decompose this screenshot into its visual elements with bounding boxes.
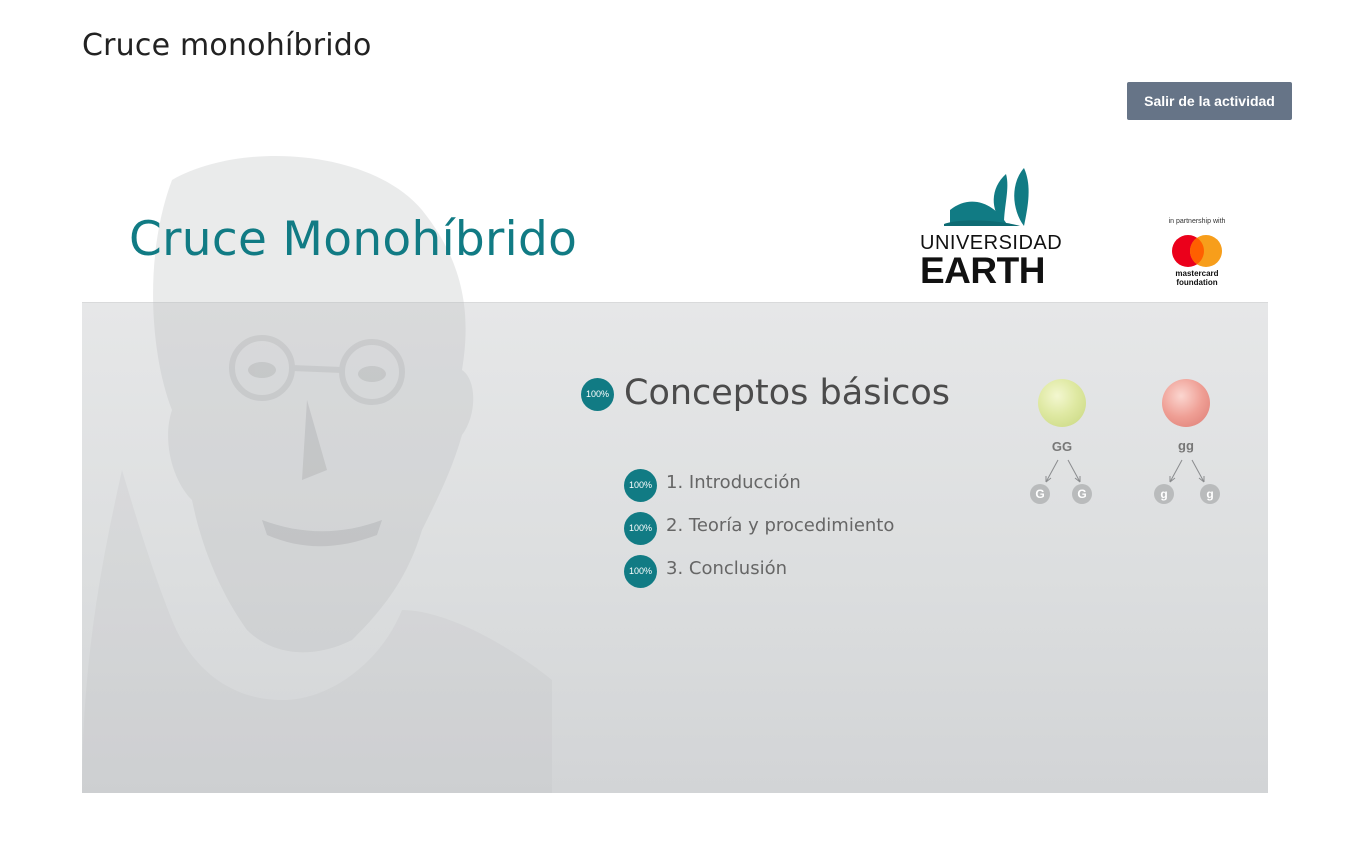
allele-circle: g [1200, 484, 1220, 504]
activity-frame: Cruce Monohíbrido UNIVERSIDAD EARTH in p… [82, 140, 1268, 793]
activity-title: Cruce Monohíbrido [129, 212, 578, 267]
partner-name-line2: foundation [1176, 278, 1218, 287]
item-progress-badge: 100% [624, 512, 657, 545]
menu-item-introduccion[interactable]: 1. Introducción [666, 472, 801, 493]
partner-name-line1: mastercard [1175, 269, 1219, 278]
universidad-earth-logo: UNIVERSIDAD EARTH [920, 166, 1062, 291]
menu-item-conclusion[interactable]: 3. Conclusión [666, 558, 787, 579]
allele-circle: G [1030, 484, 1050, 504]
item-progress-badge: 100% [624, 555, 657, 588]
mastercard-foundation-logo: in partnership with mastercard foundatio… [1160, 218, 1234, 292]
page-title: Cruce monohíbrido [82, 28, 372, 63]
genotype-diagram: GG gg G G g g [1022, 372, 1232, 512]
leaf-icon [944, 168, 1029, 226]
exit-activity-button[interactable]: Salir de la actividad [1127, 82, 1292, 120]
allele-circle: g [1154, 484, 1174, 504]
section-title[interactable]: Conceptos básicos [624, 373, 950, 413]
item-progress-badge: 100% [624, 469, 657, 502]
partner-name: mastercard foundation [1160, 269, 1234, 287]
menu-item-teoria-procedimiento[interactable]: 2. Teoría y procedimiento [666, 515, 894, 536]
partnership-text: in partnership with [1168, 218, 1226, 225]
mastercard-circles-icon [1172, 235, 1222, 267]
section-progress-badge: 100% [581, 378, 614, 411]
logo-text-line2: EARTH [920, 250, 1045, 291]
allele-circle: G [1072, 484, 1092, 504]
